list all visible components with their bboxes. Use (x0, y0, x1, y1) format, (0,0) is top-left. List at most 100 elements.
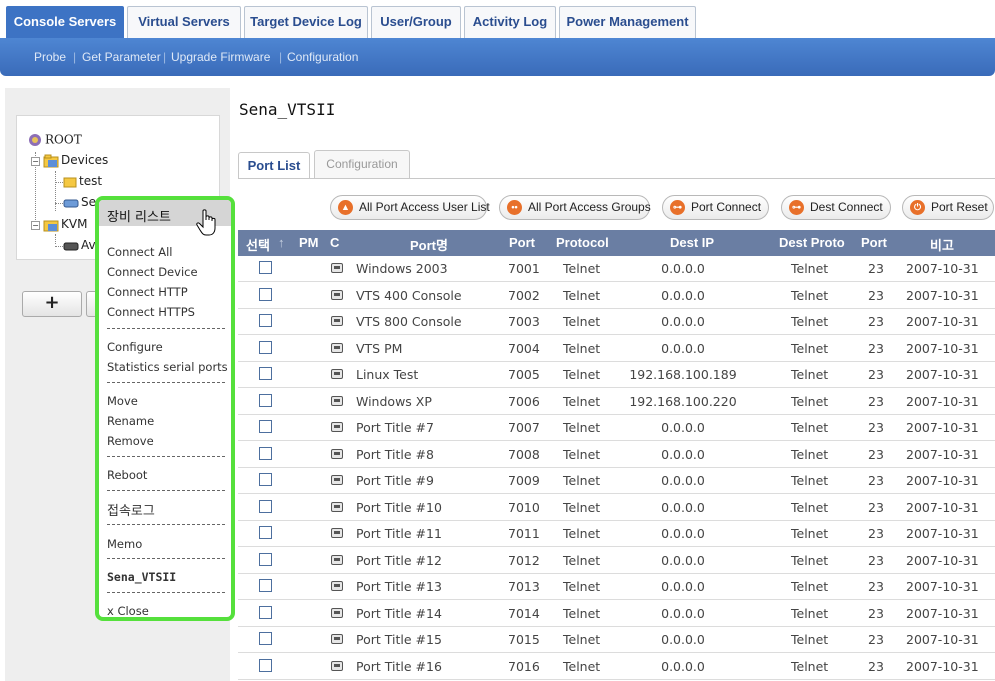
menu-reboot[interactable]: Reboot (107, 468, 147, 482)
table-row[interactable]: Port Title #10 7010 Telnet 0.0.0.0 Telnet 23 2… (238, 495, 995, 521)
subnav-upgrade-firmware[interactable]: Upgrade Firmware (171, 50, 270, 64)
menu-access-log[interactable]: 접속로그 (107, 500, 155, 519)
tree-node-root[interactable]: ROOT (27, 132, 82, 148)
port-cell: 7013 (508, 579, 540, 594)
table-row[interactable]: Port Title #9 7009 Telnet 0.0.0.0 Telnet 23 20… (238, 468, 995, 494)
row-checkbox[interactable] (259, 658, 272, 672)
table-row[interactable]: Port Title #16 7016 Telnet 0.0.0.0 Telnet 23 2… (238, 654, 995, 680)
col-port[interactable]: Port (509, 235, 535, 250)
dest-ip-cell: 192.168.100.189 (629, 367, 737, 382)
subnav-get-parameter[interactable]: Get Parameter (82, 50, 161, 64)
row-checkbox[interactable] (259, 261, 272, 274)
table-row[interactable]: Port Title #15 7015 Telnet 0.0.0.0 Telnet 23 2… (238, 627, 995, 653)
menu-statistics-serial-ports[interactable]: Statistics serial ports (107, 360, 228, 374)
table-row[interactable]: VTS PM 7004 Telnet 0.0.0.0 Telnet 23 2007-10-3… (238, 336, 995, 362)
col-note[interactable]: 비고 (930, 235, 954, 254)
menu-connect-http[interactable]: Connect HTTP (107, 285, 188, 299)
power-icon: ⏻ (910, 200, 925, 215)
subnav-probe[interactable]: Probe (34, 50, 66, 64)
tree-node-server[interactable]: Se (63, 195, 96, 209)
col-dest-ip[interactable]: Dest IP (670, 235, 714, 250)
tree-node-test[interactable]: test (63, 174, 102, 188)
menu-device-name: Sena_VTSII (107, 570, 177, 584)
tab-target-device-log[interactable]: Target Device Log (244, 6, 368, 38)
table-row[interactable]: Windows 2003 7001 Telnet 0.0.0.0 Telnet 23 200… (238, 256, 995, 282)
button-label: Dest Connect (810, 200, 883, 214)
row-checkbox[interactable] (259, 446, 272, 460)
tab-virtual-servers[interactable]: Virtual Servers (127, 6, 241, 38)
col-c[interactable]: C (330, 235, 339, 250)
table-row[interactable]: Windows XP 7006 Telnet 192.168.100.220 Telne… (238, 389, 995, 415)
tab-port-list[interactable]: Port List (238, 152, 310, 179)
tree-node-av[interactable]: Av (63, 238, 96, 252)
table-row[interactable]: VTS 800 Console 7003 Telnet 0.0.0.0 Telnet 23… (238, 309, 995, 335)
tab-console-servers[interactable]: Console Servers (6, 6, 124, 38)
dest-proto-cell: Telnet (791, 420, 829, 435)
tree-line (55, 171, 56, 211)
row-checkbox[interactable] (259, 605, 272, 619)
menu-rename[interactable]: Rename (107, 414, 154, 428)
tab-user-group[interactable]: User/Group (371, 6, 461, 38)
tree-label-test: test (79, 174, 103, 188)
row-checkbox[interactable] (259, 367, 272, 380)
menu-move[interactable]: Move (107, 394, 138, 408)
dest-ip-cell: 0.0.0.0 (661, 420, 705, 435)
group-icon: •• (507, 200, 522, 215)
button-label: Port Reset (931, 200, 988, 214)
row-checkbox[interactable] (259, 499, 272, 513)
dest-connect-button[interactable]: ⊶ Dest Connect (781, 195, 891, 220)
tab-activity-log[interactable]: Activity Log (464, 6, 556, 38)
port-cell: 7002 (508, 287, 540, 303)
note-cell: 2007-10-31 (906, 526, 979, 541)
dest-proto-cell: Telnet (791, 552, 829, 568)
collapse-kvm-toggle[interactable]: − (31, 221, 40, 230)
dest-ip-cell: 0.0.0.0 (661, 499, 705, 515)
port-connect-button[interactable]: ⊶ Port Connect (662, 195, 769, 220)
table-row[interactable]: Linux Test 7005 Telnet 192.168.100.189 Telne… (238, 362, 995, 388)
col-dest-proto[interactable]: Dest Proto (779, 235, 845, 250)
row-checkbox[interactable] (259, 632, 272, 645)
menu-close[interactable]: x Close (107, 604, 149, 617)
menu-memo[interactable]: Memo (107, 537, 142, 551)
col-dest-port[interactable]: Port (861, 235, 887, 250)
table-row[interactable]: Port Title #12 7012 Telnet 0.0.0.0 Telnet 23 2… (238, 548, 995, 574)
dest-proto-cell: Telnet (791, 261, 829, 276)
port-reset-button[interactable]: ⏻ Port Reset (902, 195, 994, 220)
table-row[interactable]: VTS 400 Console 7002 Telnet 0.0.0.0 Telnet 23… (238, 283, 995, 309)
table-row[interactable]: Port Title #13 7013 Telnet 0.0.0.0 Telnet 23 2… (238, 574, 995, 600)
col-port-name[interactable]: Port명 (410, 235, 448, 254)
table-row[interactable]: Port Title #14 7014 Telnet 0.0.0.0 Telnet 23 2… (238, 601, 995, 627)
subnav-configuration[interactable]: Configuration (287, 50, 358, 64)
all-port-access-user-list-button[interactable]: ▲ All Port Access User List (330, 195, 490, 220)
menu-connect-device[interactable]: Connect Device (107, 265, 198, 279)
menu-remove[interactable]: Remove (107, 434, 154, 448)
sort-arrow-icon[interactable]: ↑ (278, 235, 285, 250)
row-checkbox[interactable] (259, 420, 272, 433)
col-select[interactable]: 선택 (246, 235, 270, 254)
col-pm[interactable]: PM (299, 235, 319, 250)
row-checkbox[interactable] (259, 314, 272, 327)
row-checkbox[interactable] (259, 393, 272, 407)
table-row[interactable]: Port Title #11 7011 Telnet 0.0.0.0 Telnet 23 2… (238, 521, 995, 547)
tab-power-management[interactable]: Power Management (559, 6, 696, 38)
table-row[interactable]: Port Title #8 7008 Telnet 0.0.0.0 Telnet 23 20… (238, 442, 995, 468)
tab-configuration[interactable]: Configuration (314, 150, 410, 178)
row-checkbox[interactable] (259, 579, 272, 592)
dest-proto-cell: Telnet (791, 367, 829, 382)
tree-node-devices[interactable]: Devices (43, 153, 108, 168)
row-checkbox[interactable] (259, 340, 272, 354)
row-checkbox[interactable] (259, 287, 272, 301)
table-row[interactable]: Port Title #7 7007 Telnet 0.0.0.0 Telnet 23 20… (238, 415, 995, 441)
menu-connect-all[interactable]: Connect All (107, 245, 172, 259)
add-button[interactable]: + (22, 291, 82, 317)
all-port-access-groups-button[interactable]: •• All Port Access Groups (499, 195, 651, 220)
col-protocol[interactable]: Protocol (556, 235, 609, 250)
row-checkbox[interactable] (259, 473, 272, 486)
collapse-devices-toggle[interactable]: − (31, 157, 40, 166)
tree-node-kvm[interactable]: KVM (43, 217, 87, 232)
row-checkbox[interactable] (259, 526, 272, 539)
note-cell: 2007-10-31 (906, 446, 979, 462)
menu-configure[interactable]: Configure (107, 340, 163, 354)
menu-connect-https[interactable]: Connect HTTPS (107, 305, 195, 319)
row-checkbox[interactable] (259, 552, 272, 566)
